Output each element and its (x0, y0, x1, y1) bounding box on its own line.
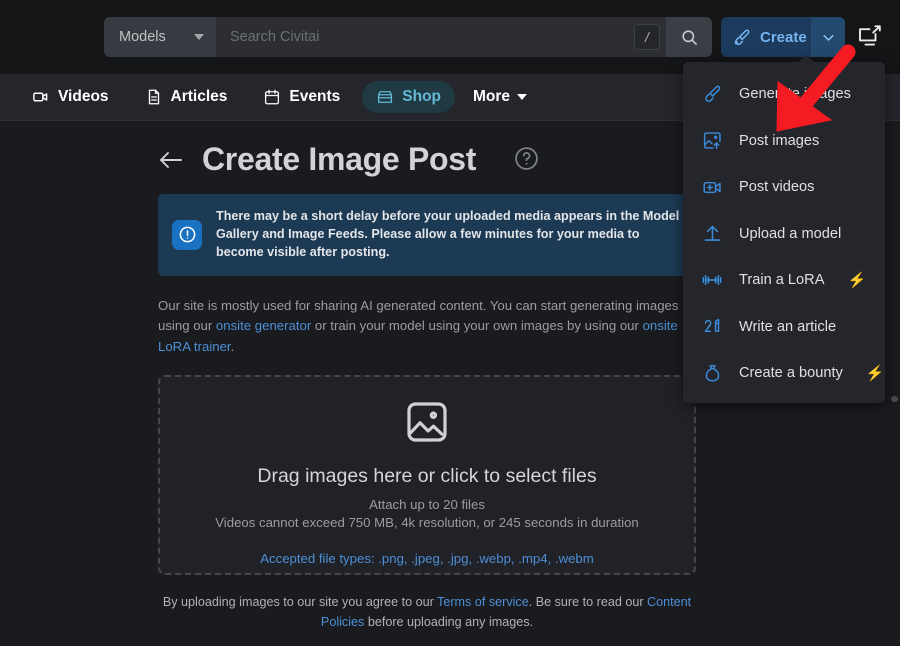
nav-item-label: Videos (58, 88, 109, 105)
nav-item-label: Events (289, 88, 341, 105)
nav-item-videos[interactable]: Videos (18, 81, 123, 113)
page-title: Create Image Post (202, 141, 477, 177)
terms-text-part3: before uploading any images. (364, 615, 534, 630)
scrollbar-thumb[interactable] (891, 396, 898, 402)
menu-item-label: Generate images (739, 86, 851, 103)
dumbbell-icon (701, 269, 723, 291)
back-arrow-icon[interactable] (158, 149, 184, 171)
terms-of-service-link[interactable]: Terms of service (437, 595, 529, 609)
dropzone-file-limit: Attach up to 20 files (369, 496, 485, 512)
shop-icon (378, 91, 393, 103)
create-button-label: Create (760, 28, 807, 46)
intro-text-part2: or train your model using your own image… (311, 318, 643, 334)
menu-item-label: Upload a model (739, 225, 842, 242)
upload-arrow-icon (701, 223, 723, 244)
nav-item-shop[interactable]: Shop (362, 81, 456, 113)
menu-item-label: Post images (739, 132, 820, 149)
image-upload-icon (701, 130, 723, 151)
image-dropzone[interactable]: Drag images here or click to select file… (158, 374, 696, 575)
menu-item-upload-a-model[interactable]: Upload a model (683, 211, 885, 258)
image-placeholder-icon (403, 398, 451, 451)
money-bag-icon (701, 363, 723, 384)
menu-item-label: Train a LoRA (739, 272, 825, 289)
onsite-generator-link[interactable]: onsite generator (216, 318, 311, 333)
caret-down-icon (517, 94, 528, 100)
create-button[interactable]: Create (721, 17, 845, 57)
create-dropdown-menu: Generate images Post images Post videos (683, 62, 885, 403)
nav-item-label: Articles (170, 88, 228, 105)
terms-text-part2: . Be sure to read our (528, 594, 648, 609)
menu-item-label: Create a bounty (739, 365, 843, 382)
search-bar: Models / (104, 17, 712, 57)
dropzone-accepted-types: Accepted file types: .png, .jpeg, .jpg, … (260, 550, 594, 566)
video-icon (33, 92, 48, 102)
dropzone-video-limit: Videos cannot exceed 750 MB, 4k resoluti… (215, 514, 639, 530)
slash-shortcut-label: / (645, 29, 649, 45)
lightning-badge-icon: ⚡ (865, 365, 885, 383)
terms-text-part1: By uploading images to our site you agre… (162, 594, 438, 609)
help-circle-icon[interactable] (514, 146, 539, 176)
intro-text-part3: . (230, 338, 235, 354)
dropdown-pointer (797, 55, 815, 63)
menu-item-label: Post videos (739, 179, 815, 196)
search-icon (681, 29, 697, 45)
video-plus-icon (701, 177, 723, 198)
menu-item-post-videos[interactable]: Post videos (683, 164, 885, 211)
menu-item-train-a-lora[interactable]: Train a LoRA ⚡ (683, 257, 885, 304)
models-filter-dropdown[interactable]: Models (104, 17, 216, 57)
search-input[interactable] (216, 17, 634, 57)
nav-item-more[interactable]: More (463, 81, 537, 113)
create-dropdown-toggle[interactable] (811, 17, 845, 57)
menu-item-post-images[interactable]: Post images (683, 118, 885, 165)
chevron-down-icon (194, 34, 204, 40)
brush-icon (732, 28, 751, 47)
menu-item-generate-images[interactable]: Generate images (683, 71, 885, 118)
menu-item-create-a-bounty[interactable]: Create a bounty ⚡ (683, 350, 885, 397)
terms-notice: By uploading images to our site you agre… (158, 592, 696, 632)
nav-more-label: More (473, 88, 511, 105)
search-submit-button[interactable] (666, 17, 712, 57)
dropzone-title: Drag images here or click to select file… (257, 464, 597, 487)
nav-item-label: Shop (402, 88, 442, 105)
menu-item-label: Write an article (739, 318, 837, 335)
chevron-down-icon (822, 34, 834, 41)
pen-article-icon (701, 316, 723, 337)
calendar-icon (265, 89, 280, 105)
screen-share-icon[interactable] (857, 25, 883, 54)
brush-icon (701, 84, 723, 104)
menu-item-write-an-article[interactable]: Write an article (683, 304, 885, 351)
upload-delay-alert: There may be a short delay before your u… (158, 194, 696, 276)
slash-shortcut-badge: / (634, 24, 660, 50)
post-form-container: Create Image Post There may be a short d… (158, 121, 696, 632)
alert-message: There may be a short delay before your u… (216, 209, 680, 259)
page-header: Create Image Post (158, 141, 696, 178)
lightning-badge-icon: ⚡ (847, 272, 867, 290)
intro-paragraph: Our site is mostly used for sharing AI g… (158, 296, 696, 357)
alert-exclamation-icon (172, 219, 202, 250)
nav-item-events[interactable]: Events (249, 81, 354, 113)
nav-item-articles[interactable]: Articles (131, 81, 242, 113)
document-icon (148, 89, 159, 105)
models-filter-label: Models (119, 29, 166, 45)
